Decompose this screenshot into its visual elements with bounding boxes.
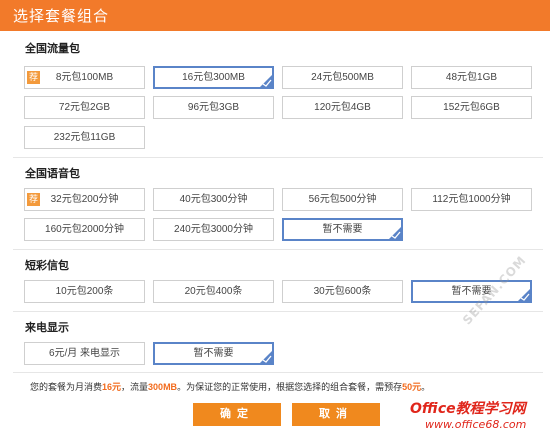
option-data-96yuan-3gb[interactable]: 96元包3GB [153, 96, 274, 119]
section-title-caller-id: 来电显示 [25, 322, 69, 334]
option-data-72yuan-2gb[interactable]: 72元包2GB [24, 96, 145, 119]
section-divider [13, 311, 543, 312]
selected-check-icon [517, 288, 531, 302]
option-sms-none[interactable]: 暂不需要 [411, 280, 532, 303]
section-divider [13, 249, 543, 250]
option-label: 120元包4GB [314, 102, 371, 113]
option-data-24yuan-500mb[interactable]: 24元包500MB [282, 66, 403, 89]
section-divider [13, 372, 543, 373]
option-sms-20yuan-400[interactable]: 20元包400条 [153, 280, 274, 303]
recommend-badge: 荐 [27, 71, 40, 84]
watermark-site-title: Office教程学习网 [410, 401, 526, 417]
option-data-8yuan-100mb[interactable]: 荐 8元包100MB [24, 66, 145, 89]
option-sms-30yuan-600[interactable]: 30元包600条 [282, 280, 403, 303]
option-voice-32yuan-200min[interactable]: 荐 32元包200分钟 [24, 188, 145, 211]
summary-text: 。 [421, 382, 431, 392]
option-label: 72元包2GB [58, 102, 111, 113]
package-summary: 您的套餐为月消费16元，流量300MB。为保证您的正常使用，根据您选择的组合套餐… [30, 380, 430, 393]
option-label: 32元包200分钟 [50, 194, 119, 205]
recommend-badge: 荐 [27, 193, 40, 206]
option-caller-id-6yuan[interactable]: 6元/月 来电显示 [24, 342, 145, 365]
option-label: 240元包3000分钟 [174, 224, 253, 235]
summary-text: 您的套餐为月消费 [30, 382, 103, 392]
option-label: 6元/月 来电显示 [48, 348, 121, 359]
option-label: 16元包300MB [182, 72, 245, 83]
section-divider [13, 157, 543, 158]
section-title-voice-plan: 全国语音包 [25, 168, 80, 180]
cancel-button[interactable]: 取消 [292, 403, 380, 426]
option-data-120yuan-4gb[interactable]: 120元包4GB [282, 96, 403, 119]
summary-text: ，流量 [121, 382, 149, 392]
selected-check-icon [259, 350, 273, 364]
option-data-48yuan-1gb[interactable]: 48元包1GB [411, 66, 532, 89]
option-voice-none[interactable]: 暂不需要 [282, 218, 403, 241]
selected-check-icon [259, 74, 273, 88]
option-label: 48元包1GB [445, 72, 498, 83]
section-title-data-plan: 全国流量包 [25, 43, 80, 55]
option-label: 暂不需要 [322, 224, 363, 235]
dialog-title-bar: 选择套餐组合 [0, 0, 550, 31]
option-label: 96元包3GB [187, 102, 240, 113]
confirm-button[interactable]: 确定 [193, 403, 281, 426]
traffic-amount: 300MB [148, 382, 178, 392]
summary-text: 。为保证您的正常使用，根据您选择的组合套餐，需预存 [177, 382, 403, 392]
option-label: 30元包600条 [313, 286, 372, 297]
option-label: 暂不需要 [193, 348, 234, 359]
monthly-cost: 16元 [102, 382, 122, 392]
option-label: 160元包2000分钟 [45, 224, 124, 235]
option-voice-160yuan-2000min[interactable]: 160元包2000分钟 [24, 218, 145, 241]
option-label: 112元包1000分钟 [432, 194, 511, 205]
selected-check-icon [388, 226, 402, 240]
option-label: 10元包200条 [55, 286, 114, 297]
option-data-152yuan-6gb[interactable]: 152元包6GB [411, 96, 532, 119]
option-caller-id-none[interactable]: 暂不需要 [153, 342, 274, 365]
prepay-amount: 50元 [402, 382, 422, 392]
option-label: 232元包11GB [53, 132, 116, 143]
option-voice-112yuan-1000min[interactable]: 112元包1000分钟 [411, 188, 532, 211]
option-label: 20元包400条 [184, 286, 243, 297]
option-data-16yuan-300mb[interactable]: 16元包300MB [153, 66, 274, 89]
option-label: 40元包300分钟 [179, 194, 248, 205]
option-voice-40yuan-300min[interactable]: 40元包300分钟 [153, 188, 274, 211]
option-label: 8元包100MB [55, 72, 114, 83]
option-voice-56yuan-500min[interactable]: 56元包500分钟 [282, 188, 403, 211]
watermark-site-url: www.office68.com [425, 418, 527, 431]
option-label: 56元包500分钟 [308, 194, 377, 205]
option-voice-240yuan-3000min[interactable]: 240元包3000分钟 [153, 218, 274, 241]
option-sms-10yuan-200[interactable]: 10元包200条 [24, 280, 145, 303]
option-data-232yuan-11gb[interactable]: 232元包11GB [24, 126, 145, 149]
dialog-title: 选择套餐组合 [13, 8, 110, 25]
section-title-sms-plan: 短彩信包 [25, 260, 69, 272]
option-label: 152元包6GB [443, 102, 500, 113]
option-label: 24元包500MB [311, 72, 374, 83]
